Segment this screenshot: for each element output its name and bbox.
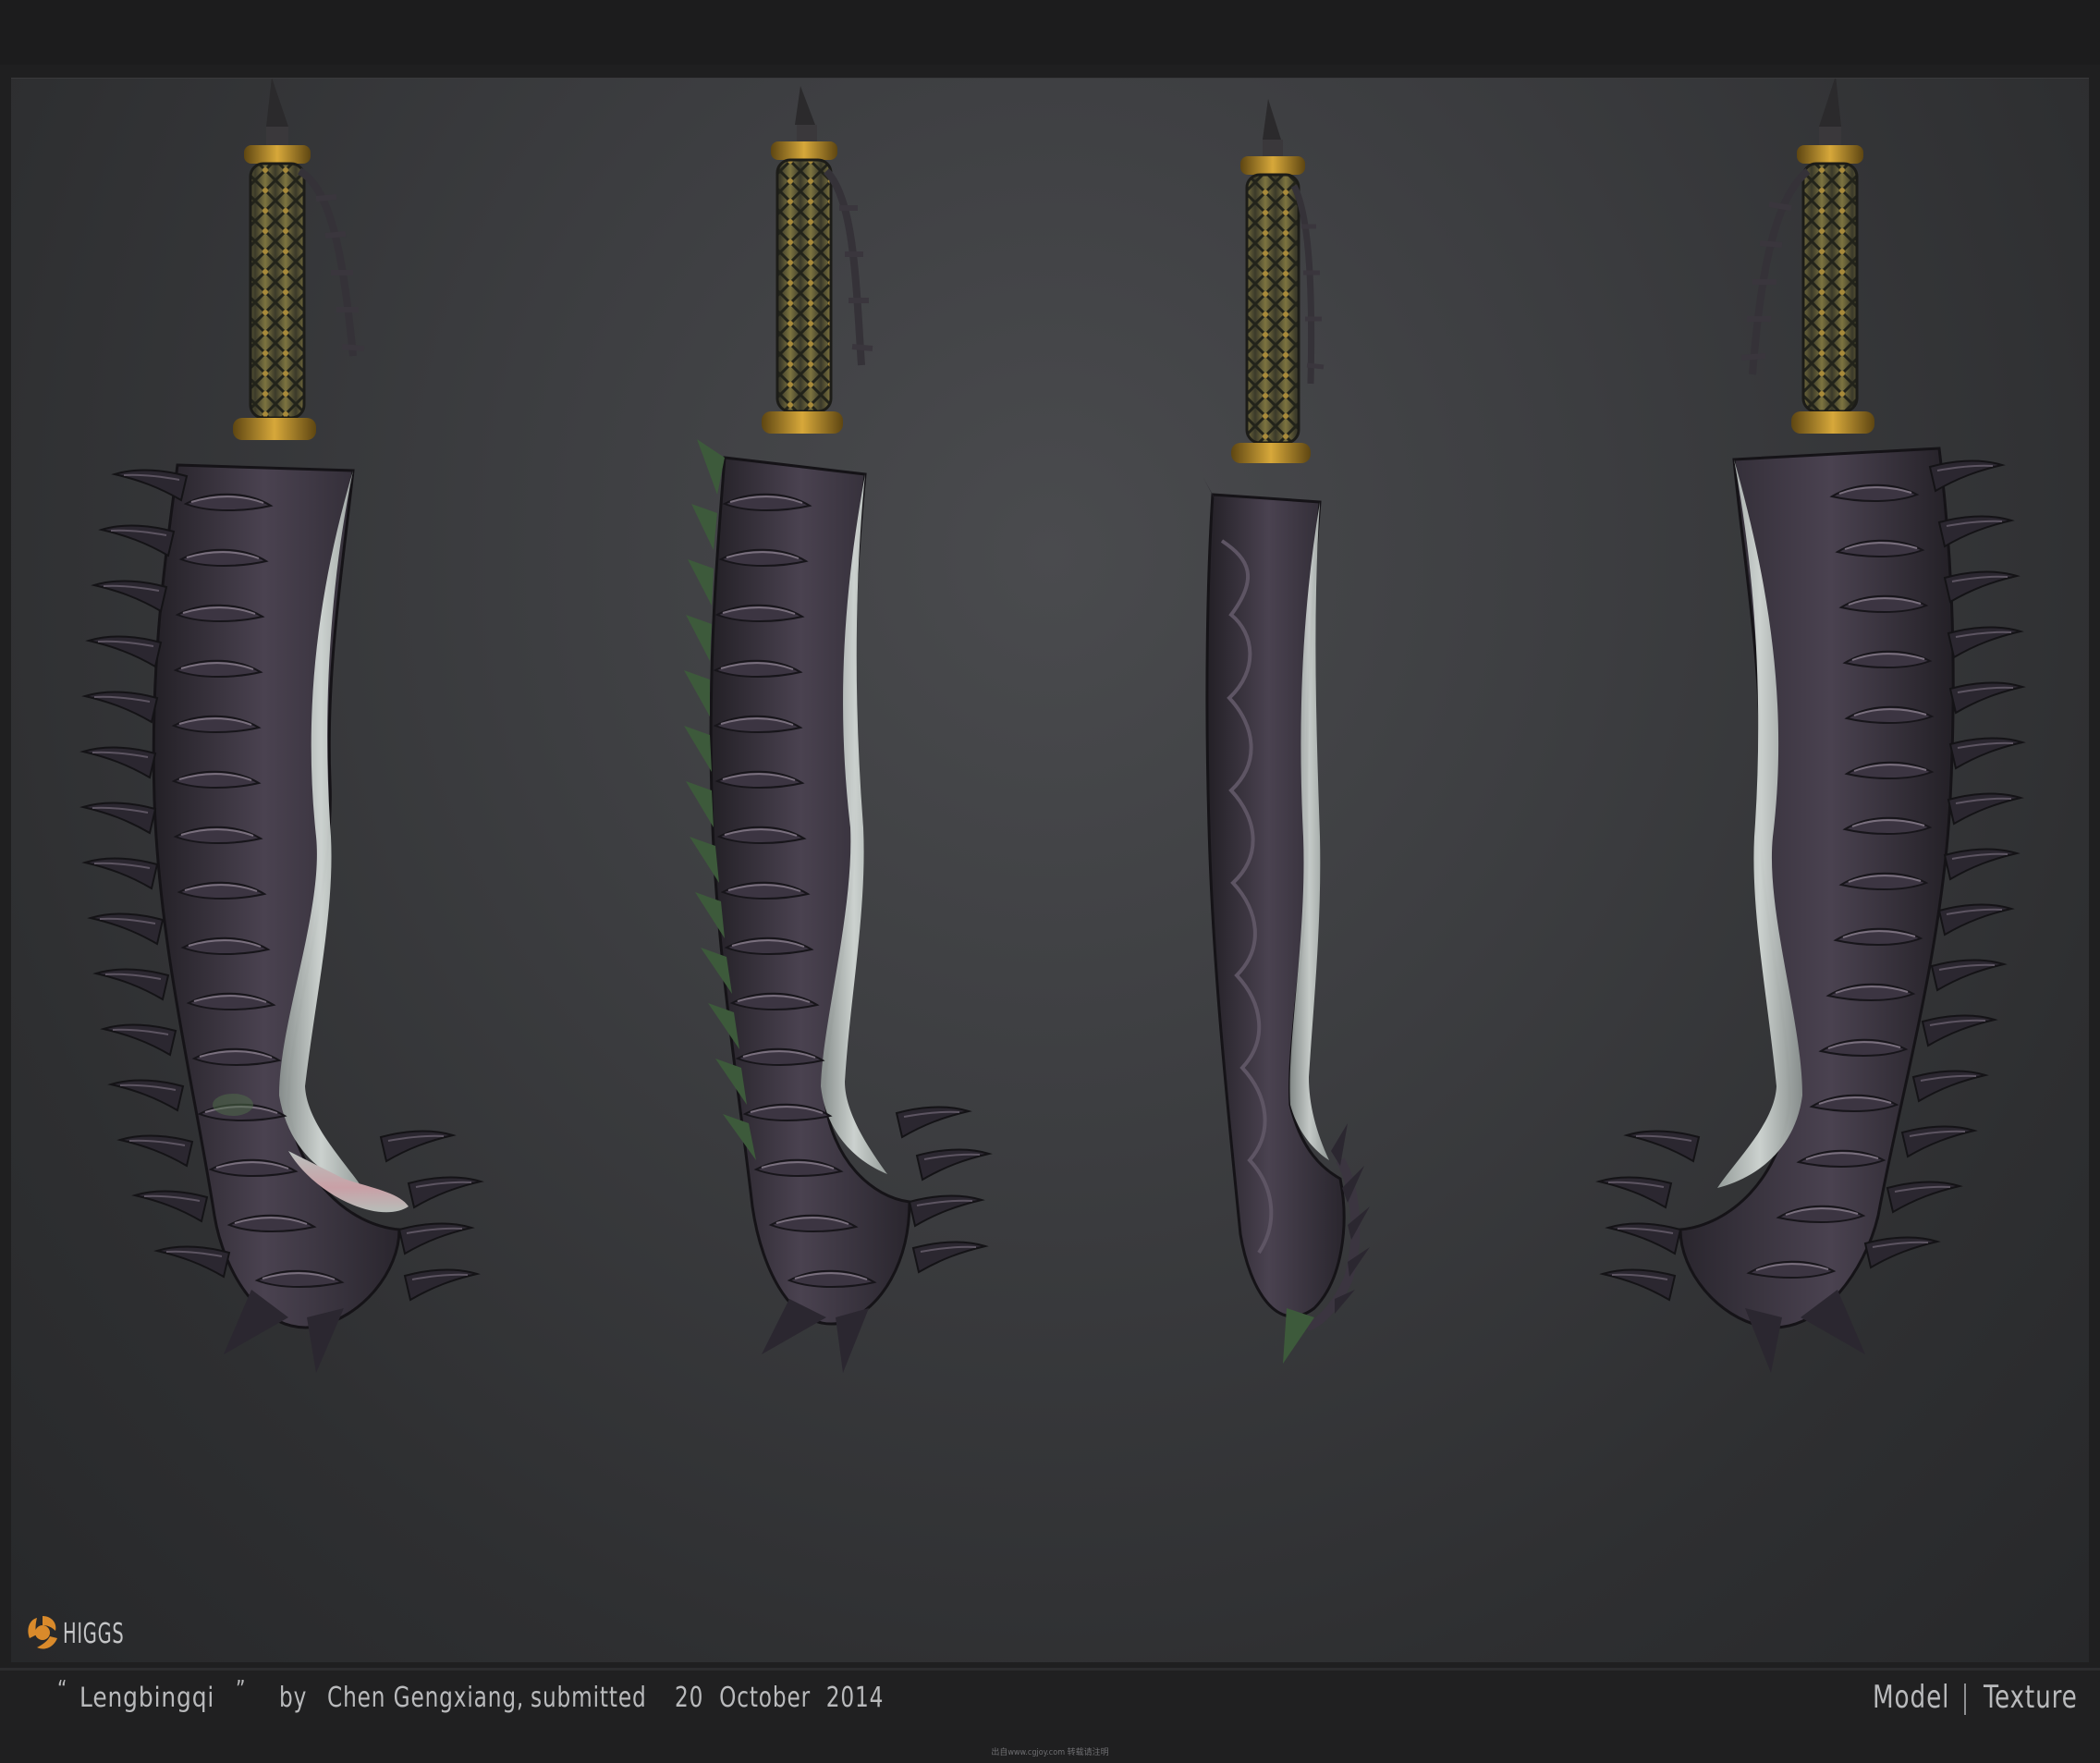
render-viewport (11, 78, 2089, 1662)
tab-separator (1964, 1683, 1966, 1715)
submitted-label: submitted (531, 1682, 647, 1714)
title-open-quote: “ (57, 1676, 68, 1704)
caption-bar: “ Lengbingqi ” by Chen Gengxiang, submit… (0, 1668, 2100, 1730)
higgs-logo: HIGGS (22, 1610, 161, 1657)
by-label: by (279, 1682, 308, 1714)
author-name: Chen Gengxiang, (327, 1682, 525, 1714)
top-bar (0, 0, 2100, 65)
blade-view-3 (1203, 99, 1370, 1364)
submission-date: 20 October 2014 (675, 1682, 885, 1714)
source-note: 出自www.cgjoy.com 转载请注明 (991, 1748, 1109, 1757)
tab-texture[interactable]: Texture (1984, 1679, 2078, 1716)
blade-view-4 (1598, 79, 2023, 1373)
logo-text: HIGGS (63, 1618, 125, 1650)
render-canvas: HIGGS “ Lengbingqi ” by Chen Gengxiang, … (0, 0, 2100, 1763)
blade-view-1 (82, 79, 482, 1373)
tab-model[interactable]: Model (1873, 1679, 1949, 1716)
blade-view-2 (684, 86, 990, 1373)
artwork-title: Lengbingqi (79, 1682, 215, 1713)
logo-mark-icon (28, 1616, 57, 1649)
title-close-quote: ” (236, 1676, 247, 1704)
